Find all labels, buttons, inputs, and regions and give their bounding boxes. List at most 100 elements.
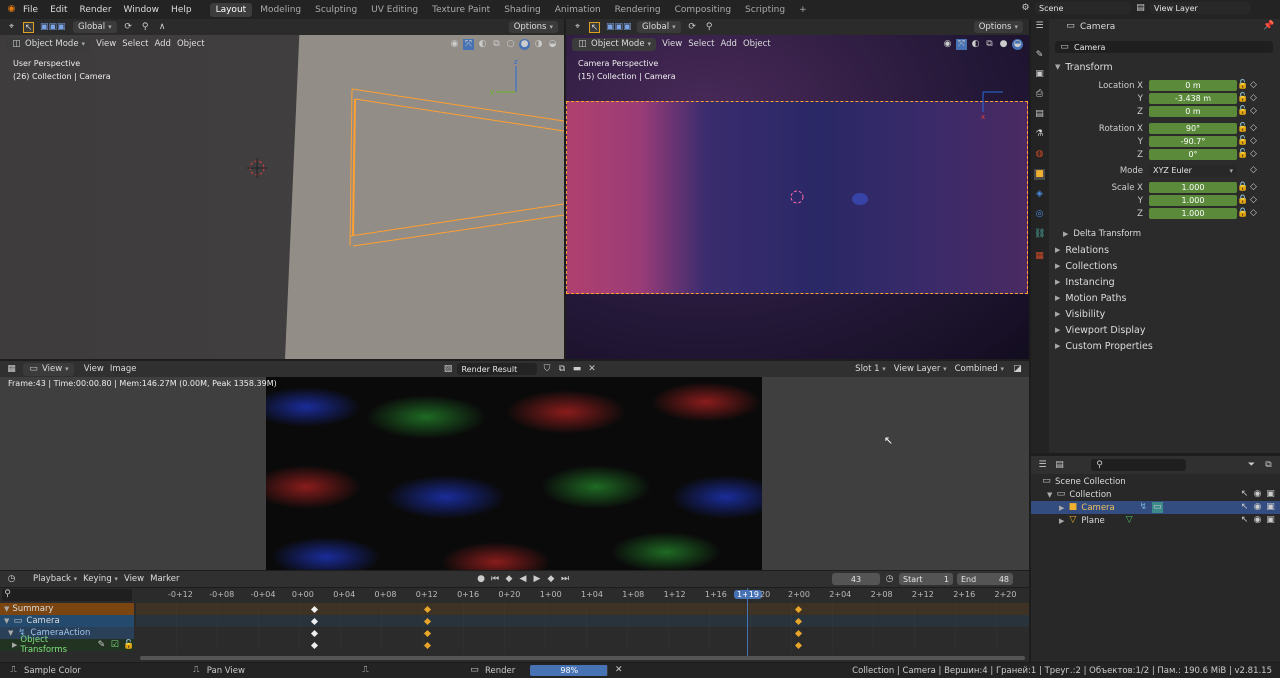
keyframe-transforms-48[interactable] [794,641,803,650]
right-menu-view[interactable]: View [662,39,682,49]
tab-layout[interactable]: Layout [209,2,253,17]
tab-shading[interactable]: Shading [498,3,547,17]
timeline-menu-playback[interactable]: Playback ▾ [33,574,77,584]
right-menu-object[interactable]: Object [743,39,771,49]
left-menu-view[interactable]: View [96,39,116,49]
channel-camera[interactable]: ▼ ▭ Camera [0,615,134,627]
right-pivot-icon[interactable]: ⟳ [687,22,698,33]
select-tool-icon[interactable]: ↖ [23,21,34,33]
location-x-field[interactable]: 0 m [1149,80,1237,91]
next-keyframe-icon[interactable]: ◆ [546,574,557,585]
tab-rendering[interactable]: Rendering [609,3,667,17]
transform-panel-header[interactable]: ▼ Transform [1049,59,1280,75]
image-editor-canvas[interactable]: Frame:43 | Time:00:00.80 | Mem:146.27M (… [0,377,1029,570]
keyframe-rotation-x-icon[interactable]: ◇ [1248,123,1259,134]
plane-visibility-icon[interactable]: ◉ [1252,515,1263,526]
lock-scale-y-icon[interactable]: 🔒 [1237,195,1248,206]
location-z-field[interactable]: 0 m [1149,106,1237,117]
left-menu-object[interactable]: Object [177,39,205,49]
timeline-menu-marker[interactable]: Marker [150,574,179,584]
modifier-tab-icon[interactable]: ◈ [1034,189,1045,200]
slot-dropdown[interactable]: Slot 1 ▾ [855,364,886,374]
keyframe-rotation-y-icon[interactable]: ◇ [1248,136,1259,147]
collection-render-icon[interactable]: ▣ [1265,489,1276,500]
menu-edit[interactable]: Edit [44,5,73,15]
keyframe-location-y-icon[interactable]: ◇ [1248,93,1259,104]
unlink-image-icon[interactable]: ✕ [586,364,597,375]
keyframe-rotation-z-icon[interactable]: ◇ [1248,149,1259,160]
right-menu-add[interactable]: Add [720,39,736,49]
tab-animation[interactable]: Animation [549,3,607,17]
tab-texture-paint[interactable]: Texture Paint [426,3,496,17]
new-image-icon[interactable]: ⧉ [556,364,567,375]
camera-render-icon[interactable]: ▣ [1265,502,1276,513]
material-shading-icon[interactable]: ◑ [533,39,544,50]
left-options-button[interactable]: Options ▾ [508,21,558,33]
current-frame-field[interactable]: 43 [832,573,880,585]
rotation-mode-dropdown[interactable]: XYZ Euler ▾ [1149,164,1237,177]
wireframe-shading-icon[interactable]: ○ [505,39,516,50]
menu-window[interactable]: Window [118,5,166,15]
plane-expand-icon[interactable]: ▶ [1059,517,1064,525]
right-snap-icon[interactable]: ⚲ [704,22,715,33]
view-layer-selector[interactable]: View Layer [1150,2,1250,14]
menu-file[interactable]: File [17,5,44,15]
lock-location-x-icon[interactable]: 🔓 [1237,80,1248,91]
scale-y-field[interactable]: 1.000 [1149,195,1237,206]
plane-select-icon[interactable]: ↖ [1239,515,1250,526]
tab-scripting[interactable]: Scripting [739,3,791,17]
relations-panel-header[interactable]: ▶ Relations [1049,242,1280,258]
play-reverse-icon[interactable]: ◀ [518,574,529,585]
keyframe-action-12[interactable] [423,629,432,638]
keyframe-scale-z-icon[interactable]: ◇ [1248,208,1259,219]
pass-dropdown[interactable]: Combined ▾ [955,364,1004,374]
left-menu-select[interactable]: Select [122,39,148,49]
scene-selector[interactable]: Scene [1035,2,1131,14]
lock-rotation-y-icon[interactable]: 🔓 [1237,136,1248,147]
right-visibility-icon[interactable]: ◉ [942,39,953,50]
display-channels-icon[interactable]: ◪ [1012,364,1023,375]
gizmo-icon[interactable]: ⤧ [463,38,474,50]
keyframe-location-z-icon[interactable]: ◇ [1248,106,1259,117]
select-mode-icon[interactable]: ▣▣▣ [40,22,66,33]
right-gizmo-icon[interactable]: ⤧ [956,38,967,50]
outliner-editor-type-icon[interactable]: ☰ [1037,460,1048,471]
rendered-shading-icon[interactable]: ◒ [547,39,558,50]
viewport-display-panel-header[interactable]: ▶ Viewport Display [1049,322,1280,338]
preview-range-icon[interactable]: ◷ [884,574,895,585]
timeline-scrollbar[interactable] [140,656,1025,660]
editor-type-icon[interactable]: ⌖ [6,22,17,33]
plane-render-icon[interactable]: ▣ [1265,515,1276,526]
keyframe-scale-x-icon[interactable]: ◇ [1248,182,1259,193]
outliner-collection[interactable]: ▼ ▭ Collection ↖ ◉ ▣ [1031,488,1280,501]
image-menu-image[interactable]: Image [110,364,137,374]
data-tab-icon[interactable]: ▦ [1034,251,1045,262]
keyframe-area[interactable] [136,588,1029,658]
outliner-search-input[interactable]: ⚲ [1091,459,1186,471]
cancel-render-icon[interactable]: ✕ [613,665,624,676]
outliner-scene-collection[interactable]: ▭ Scene Collection [1031,475,1280,488]
transforms-modifier-icon[interactable]: ✎ [96,640,106,651]
object-name-field[interactable]: ▭ Camera [1055,41,1273,53]
scale-z-field[interactable]: 1.000 [1149,208,1237,219]
constraints-tab-icon[interactable]: ⛓ [1034,229,1045,240]
viewport-right[interactable]: x Camera Perspective (15) Collection | C… [566,19,1029,359]
transforms-lock-icon[interactable]: 🔓 [123,640,134,651]
outliner-display-mode-icon[interactable]: ▤ [1054,460,1065,471]
jump-start-icon[interactable]: ⏮ [490,574,501,585]
right-orientation-dropdown[interactable]: Global ▾ [637,21,681,33]
collection-expand-icon[interactable]: ▼ [1047,491,1052,499]
outliner-camera[interactable]: ▶ ■ Camera ↯ ▭ ↖ ◉ ▣ [1031,501,1280,514]
solid-shading-icon[interactable]: ● [519,38,530,50]
channel-search-input[interactable]: ⚲ [2,589,132,601]
right-overlay-icon[interactable]: ◐ [970,39,981,50]
rotation-y-field[interactable]: -90.7° [1149,136,1237,147]
channel-object-transforms[interactable]: ▶ Object Transforms ✎ ☑ 🔓 [0,635,134,655]
lock-scale-z-icon[interactable]: 🔒 [1237,208,1248,219]
image-view-dropdown[interactable]: ▭ View ▾ [23,362,74,376]
keyframe-action-0[interactable] [310,629,319,638]
keyframe-action-48[interactable] [794,629,803,638]
motion-paths-panel-header[interactable]: ▶ Motion Paths [1049,290,1280,306]
right-menu-select[interactable]: Select [688,39,714,49]
image-browse-icon[interactable]: ▨ [442,364,453,375]
